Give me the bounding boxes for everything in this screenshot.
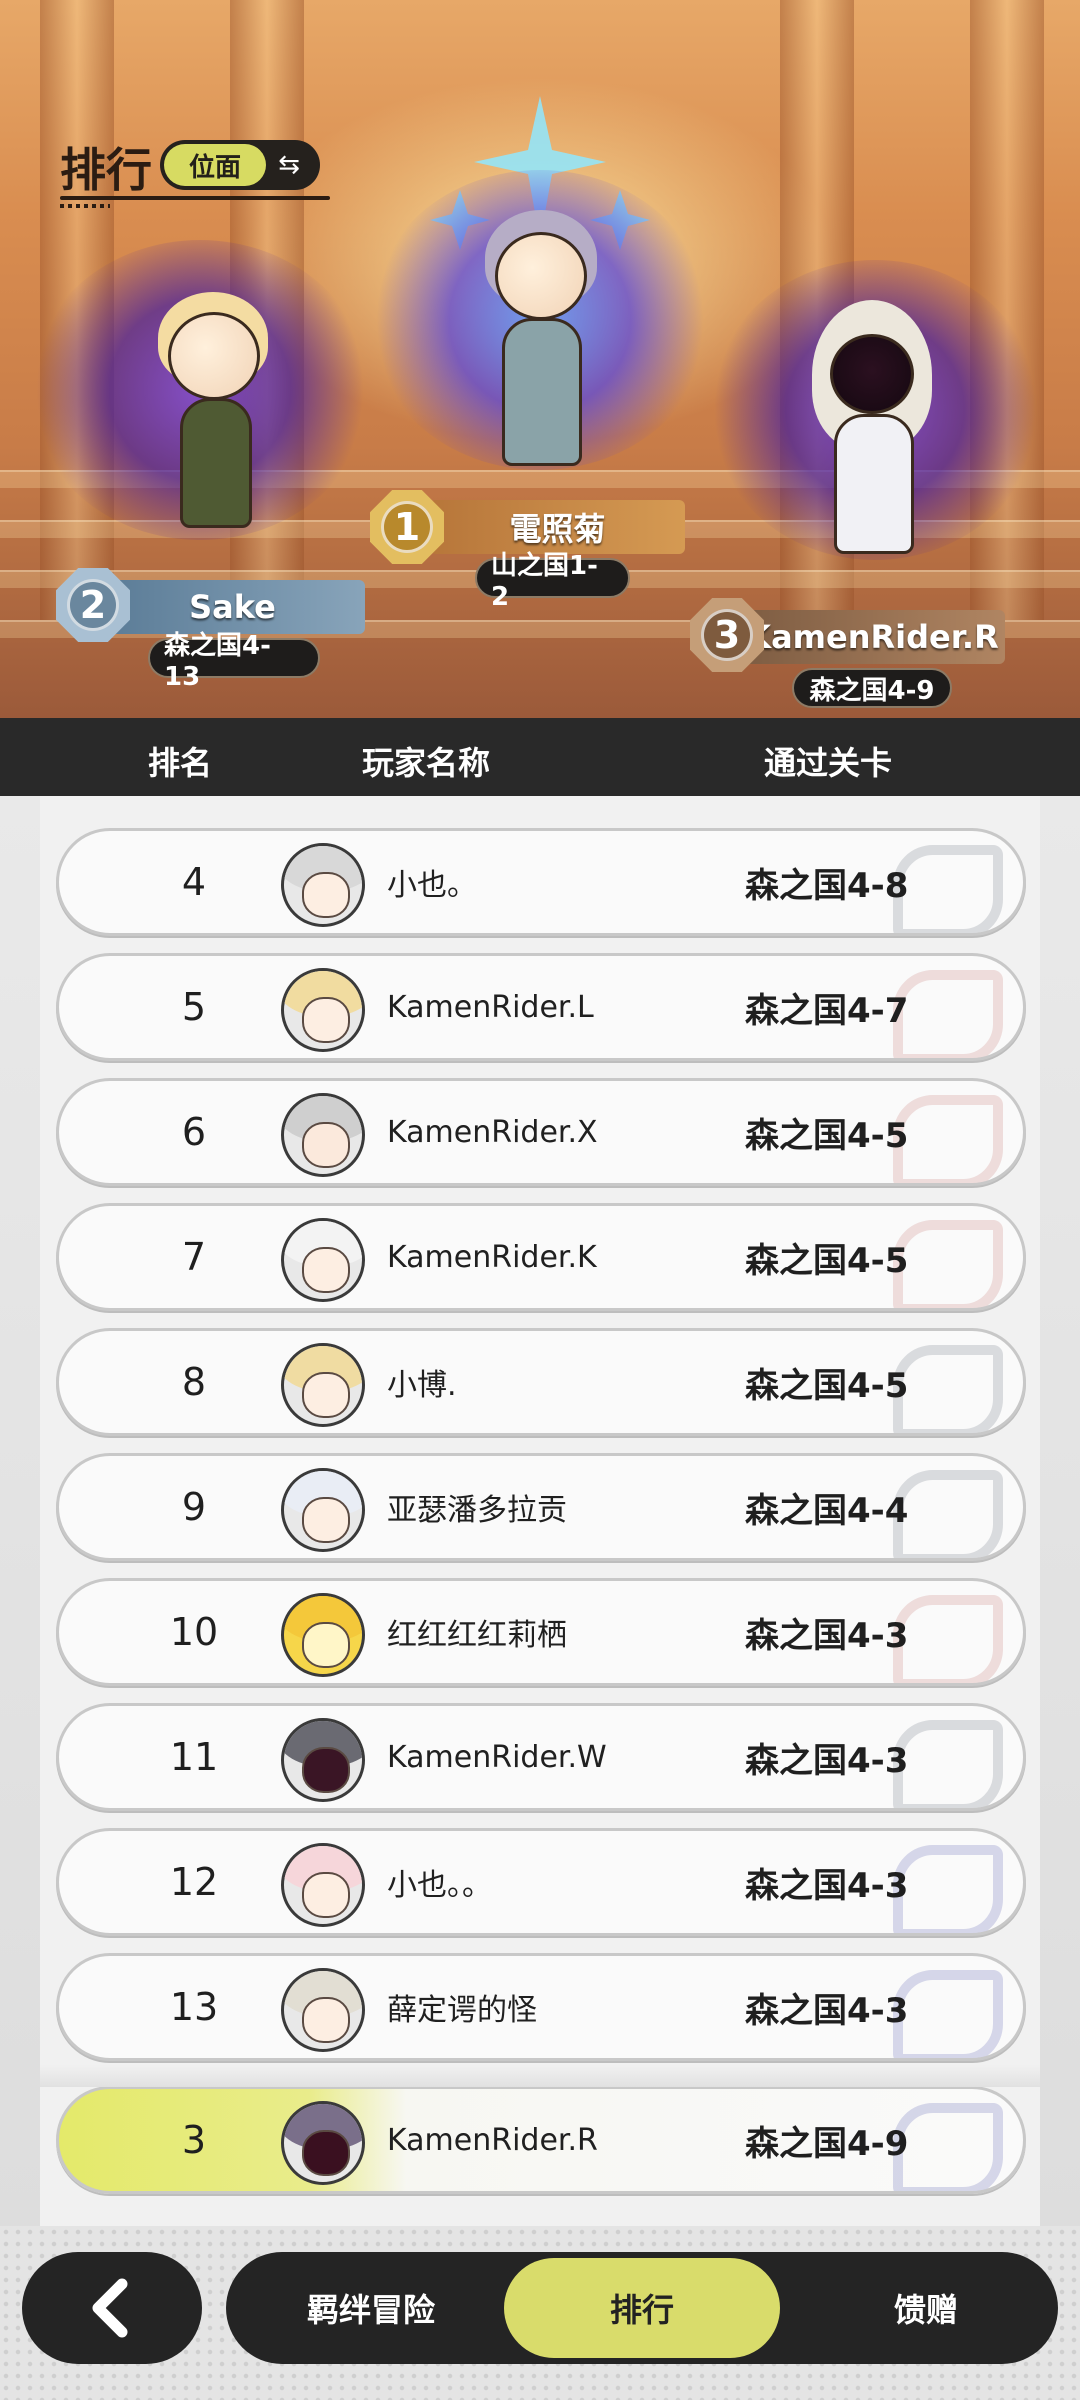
character-head (168, 312, 260, 400)
list-fade-divider (40, 2065, 1040, 2087)
player-avatar[interactable] (281, 2101, 365, 2185)
leaderboard-scroll-area[interactable]: 4 小也。 森之国4-8 5 KamenRider.L 森之国4-7 6 Kam… (40, 796, 1040, 2226)
table-row[interactable]: 8 小博. 森之国4-5 (56, 1328, 1026, 1436)
table-header: 排名 玩家名称 通过关卡 (0, 718, 1080, 796)
table-row[interactable]: 6 KamenRider.X 森之国4-5 (56, 1078, 1026, 1186)
player-name: KamenRider.W (387, 1739, 607, 1775)
player-name: 薛定谔的怪 (387, 1993, 537, 2028)
row-stage: 森之国4-9 (745, 2123, 909, 2164)
table-row[interactable]: 10 红红红红莉栖 森之国4-3 (56, 1578, 1026, 1686)
table-row[interactable]: 7 KamenRider.K 森之国4-5 (56, 1203, 1026, 1311)
table-row[interactable]: 13 薛定谔的怪 森之国4-3 (56, 1953, 1026, 2061)
row-rank: 12 (169, 1860, 219, 1904)
mode-label: 位面 (164, 144, 266, 186)
first-place-character[interactable] (370, 150, 710, 510)
tab-bond-adventure[interactable]: 羁绊冒险 (266, 2252, 476, 2364)
column-stage-header: 通过关卡 (764, 744, 893, 782)
table-row[interactable]: 5 KamenRider.L 森之国4-7 (56, 953, 1026, 1061)
table-row[interactable]: 9 亚瑟潘多拉贡 森之国4-4 (56, 1453, 1026, 1561)
row-stage: 森之国4-3 (745, 1865, 909, 1906)
player-name: 亚瑟潘多拉贡 (387, 1493, 567, 1528)
player-name: KamenRider.K (387, 1239, 597, 1275)
player-name: 小也。。 (387, 1868, 492, 1903)
player-name: 红红红红莉栖 (387, 1618, 567, 1653)
row-stage: 森之国4-8 (745, 865, 909, 906)
row-rank: 8 (181, 1360, 207, 1404)
player-name: KamenRider.L (387, 989, 594, 1025)
character-body (180, 398, 252, 528)
row-stage: 森之国4-5 (745, 1115, 909, 1156)
back-chevron-icon (92, 2278, 128, 2338)
row-rank: 4 (181, 860, 207, 904)
podium-banner: 排行 位面 ⇆ 電照菊 1 山之国1-2 Sake 2 森之国4-13 Kame… (0, 0, 1080, 718)
bottom-navigation: 羁绊冒险 排行 馈赠 (0, 2226, 1080, 2400)
table-row[interactable]: 12 小也。。 森之国4-3 (56, 1828, 1026, 1936)
player-name: KamenRider.X (387, 1114, 598, 1150)
player-avatar[interactable] (281, 1593, 365, 1677)
row-rank: 13 (169, 1985, 219, 2029)
my-rank-row[interactable]: 3 KamenRider.R 森之国4-9 (56, 2086, 1026, 2194)
row-stage: 森之国4-5 (745, 1240, 909, 1281)
row-stage: 森之国4-5 (745, 1365, 909, 1406)
title-dots (60, 204, 110, 208)
row-rank: 10 (169, 1610, 219, 1654)
second-place-stage: 森之国4-13 (148, 631, 320, 692)
tab-ranking[interactable]: 排行 (504, 2258, 780, 2358)
row-stage: 森之国4-4 (745, 1490, 909, 1531)
first-place-stage: 山之国1-2 (475, 551, 630, 612)
player-avatar[interactable] (281, 1093, 365, 1177)
row-stage: 森之国4-3 (745, 1615, 909, 1656)
back-button[interactable] (22, 2252, 202, 2364)
column-name-header: 玩家名称 (362, 744, 491, 782)
row-stage: 森之国4-7 (745, 990, 909, 1031)
player-avatar[interactable] (281, 1718, 365, 1802)
player-avatar[interactable] (281, 1343, 365, 1427)
row-stage: 森之国4-3 (745, 1740, 909, 1781)
table-row[interactable]: 4 小也。 森之国4-8 (56, 828, 1026, 936)
player-name: 小也。 (387, 868, 477, 903)
third-place-stage: 森之国4-9 (792, 668, 952, 708)
third-place-character[interactable] (700, 260, 1040, 620)
character-head (495, 232, 587, 320)
column-rank-header: 排名 (148, 744, 213, 782)
swap-icon: ⇆ (278, 150, 300, 180)
player-avatar[interactable] (281, 1968, 365, 2052)
leaderboard-list[interactable]: 4 小也。 森之国4-8 5 KamenRider.L 森之国4-7 6 Kam… (0, 796, 1080, 2226)
row-rank: 3 (181, 2118, 207, 2162)
second-place-character[interactable] (30, 230, 370, 570)
row-rank: 6 (181, 1110, 207, 1154)
row-stage: 森之国4-3 (745, 1990, 909, 2031)
character-mask (830, 334, 914, 414)
row-rank: 7 (181, 1235, 207, 1279)
player-avatar[interactable] (281, 1843, 365, 1927)
player-name: KamenRider.R (387, 2122, 598, 2158)
player-avatar[interactable] (281, 968, 365, 1052)
row-rank: 11 (169, 1735, 219, 1779)
row-rank: 9 (181, 1485, 207, 1529)
mode-toggle-button[interactable]: 位面 ⇆ (160, 140, 320, 190)
player-avatar[interactable] (281, 1218, 365, 1302)
player-avatar[interactable] (281, 1468, 365, 1552)
page-title: 排行 (60, 143, 152, 197)
player-name: 小博. (387, 1368, 457, 1403)
third-place-name: KamenRider.R (740, 610, 1005, 664)
table-row[interactable]: 11 KamenRider.W 森之国4-3 (56, 1703, 1026, 1811)
character-body (834, 414, 914, 554)
row-rank: 5 (181, 985, 207, 1029)
tab-bar: 羁绊冒险 排行 馈赠 (226, 2252, 1058, 2364)
title-underline (60, 196, 330, 200)
tab-gifts[interactable]: 馈赠 (826, 2252, 1026, 2364)
character-body (502, 318, 582, 466)
player-avatar[interactable] (281, 843, 365, 927)
